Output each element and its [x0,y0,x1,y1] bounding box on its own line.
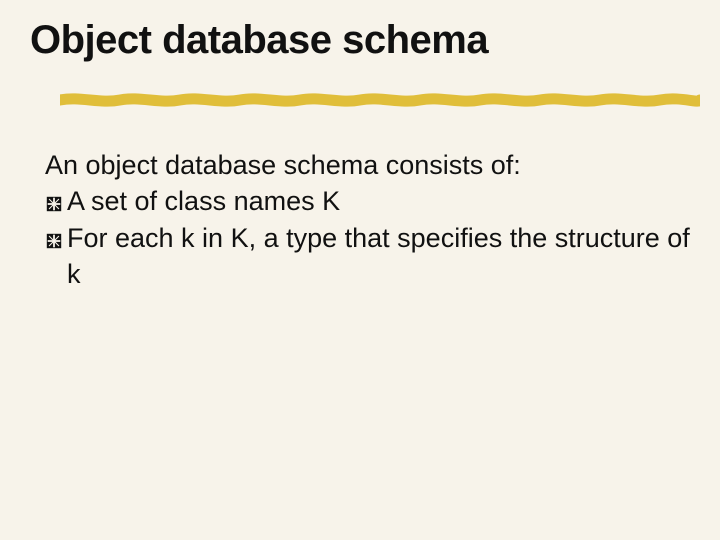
slide-body: An object database schema consists of: A… [45,147,690,293]
bullet-text: For each k in K, a type that specifies t… [67,220,690,293]
bullet-icon [45,183,67,219]
bullet-icon [45,220,67,256]
slide-container: Object database schema An object databas… [0,0,720,540]
bullet-item: A set of class names K [45,183,690,219]
slide-title: Object database schema [30,18,690,63]
divider-line [60,93,700,107]
bullet-text: A set of class names K [67,183,690,219]
intro-text: An object database schema consists of: [45,147,690,183]
bullet-item: For each k in K, a type that specifies t… [45,220,690,293]
